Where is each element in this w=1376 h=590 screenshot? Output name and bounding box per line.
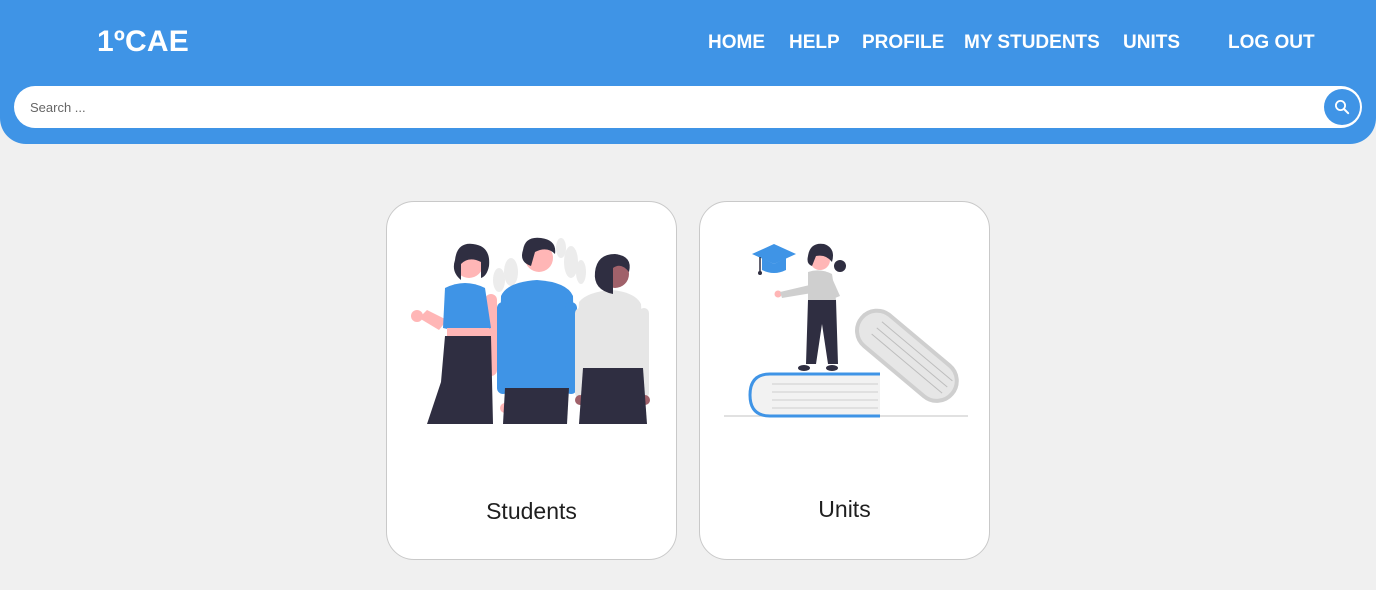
search-button[interactable] bbox=[1324, 89, 1360, 125]
units-card-label: Units bbox=[818, 496, 871, 522]
top-header: 1ºCAE HOME HELP PROFILE MY STUDENTS UNIT… bbox=[0, 0, 1376, 144]
nav-logout[interactable]: LOG OUT bbox=[1228, 32, 1315, 54]
search-bar bbox=[14, 86, 1362, 128]
nav-my-students[interactable]: MY STUDENTS bbox=[964, 32, 1100, 54]
search-icon bbox=[1335, 100, 1350, 115]
graduate-on-books-illustration bbox=[724, 243, 968, 418]
search-input[interactable] bbox=[30, 94, 1320, 120]
nav-help[interactable]: HELP bbox=[789, 32, 840, 54]
graduation-cap-icon bbox=[752, 244, 796, 275]
students-card-label: Students bbox=[486, 498, 577, 524]
three-people-illustration bbox=[411, 237, 650, 424]
nav-home[interactable]: HOME bbox=[708, 32, 765, 54]
nav-units[interactable]: UNITS bbox=[1123, 32, 1180, 54]
main-nav: HOME HELP PROFILE MY STUDENTS UNITS LOG … bbox=[0, 32, 1376, 56]
units-card[interactable]: Units bbox=[699, 201, 990, 560]
nav-profile[interactable]: PROFILE bbox=[862, 32, 944, 54]
students-card[interactable]: Students bbox=[386, 201, 677, 560]
